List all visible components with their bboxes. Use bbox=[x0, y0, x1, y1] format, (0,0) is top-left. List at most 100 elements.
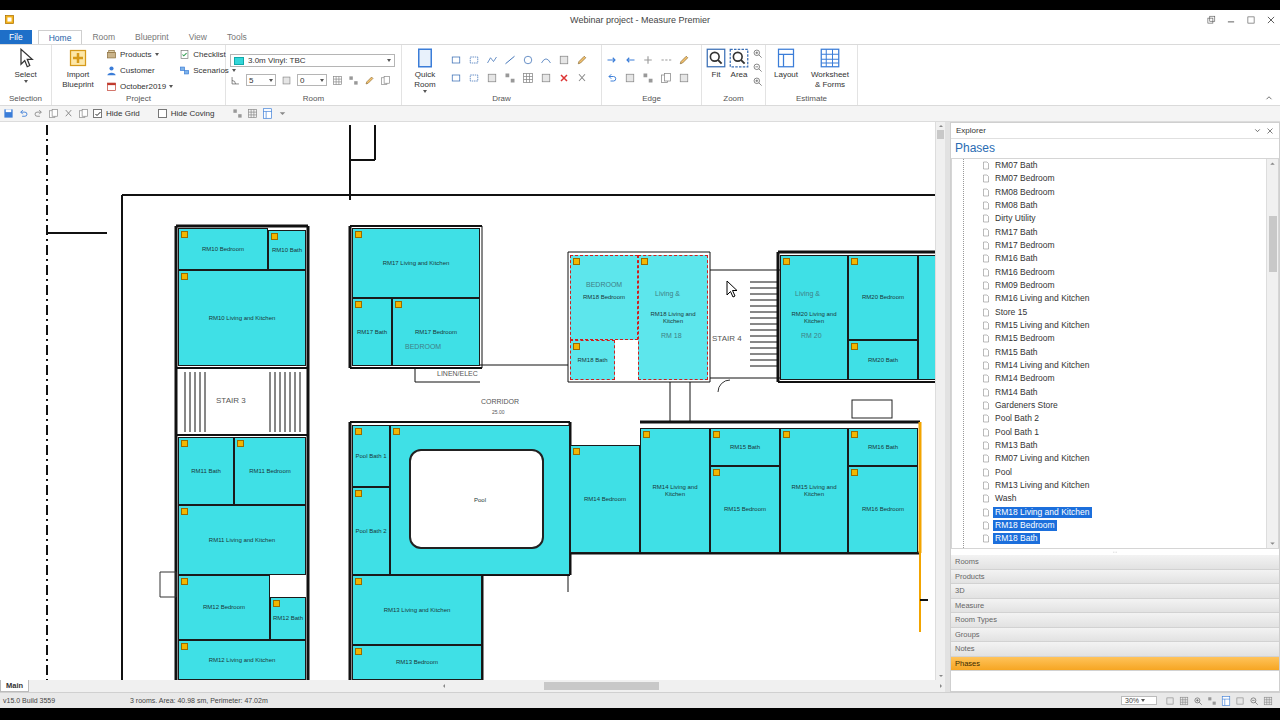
page-icon[interactable] bbox=[984, 229, 989, 236]
page-icon[interactable] bbox=[982, 281, 990, 290]
project-button-dropdown-icon[interactable] bbox=[155, 53, 159, 56]
tick-icon[interactable] bbox=[94, 110, 102, 118]
quick-room-button[interactable]: Quick Room bbox=[406, 48, 444, 93]
ribbon-tab[interactable]: Tools bbox=[217, 30, 257, 44]
page-icon[interactable] bbox=[982, 361, 990, 370]
plan-room[interactable]: RM20 Living and Kitchen bbox=[780, 255, 848, 380]
minimize-icon[interactable] bbox=[1228, 21, 1234, 22]
phase-item[interactable]: RM15 Living and Kitchen bbox=[952, 319, 1266, 332]
area-button-icon[interactable] bbox=[729, 48, 749, 68]
select-button-icon[interactable] bbox=[16, 48, 36, 68]
down-icon[interactable] bbox=[277, 108, 288, 119]
room-label[interactable]: RM16 Bath bbox=[866, 444, 900, 451]
save-icon[interactable] bbox=[4, 109, 12, 117]
scroll-right-icon[interactable] bbox=[937, 682, 945, 690]
room-marker-icon[interactable] bbox=[271, 233, 278, 240]
project-button-icon[interactable] bbox=[109, 66, 113, 70]
panel-header[interactable]: Measure bbox=[951, 599, 1279, 614]
grid-icon[interactable] bbox=[1180, 697, 1188, 705]
room-label[interactable]: RM18 Bedroom bbox=[581, 294, 627, 301]
project-button-icon[interactable] bbox=[107, 52, 115, 58]
plus-icon[interactable] bbox=[644, 56, 652, 64]
page-icon[interactable] bbox=[984, 362, 989, 369]
phase-item-label[interactable]: RM09 Bedroom bbox=[993, 280, 1057, 291]
drect-icon[interactable] bbox=[468, 54, 480, 66]
page-icon[interactable] bbox=[984, 389, 989, 396]
layout-button[interactable]: Layout bbox=[770, 48, 802, 80]
zoom-out-icon[interactable] bbox=[755, 67, 761, 72]
page-icon[interactable] bbox=[982, 494, 990, 503]
page-icon[interactable] bbox=[984, 402, 989, 409]
page-icon[interactable] bbox=[982, 281, 990, 290]
page-icon[interactable] bbox=[984, 349, 989, 356]
page-icon[interactable] bbox=[982, 374, 990, 383]
room-label[interactable]: RM12 Bath bbox=[271, 615, 305, 622]
room-label[interactable]: RM20 Bedroom bbox=[860, 294, 906, 301]
phase-item-label[interactable]: RM14 Bath bbox=[993, 387, 1040, 398]
phase-item[interactable]: RM07 Bedroom bbox=[952, 172, 1266, 185]
grid-icon[interactable] bbox=[333, 76, 341, 84]
panel-header[interactable]: Phases bbox=[951, 657, 1279, 672]
area-button[interactable]: Area bbox=[728, 48, 750, 80]
project-button-icon[interactable] bbox=[179, 65, 190, 76]
maximize-icon[interactable] bbox=[1248, 17, 1254, 23]
phase-item-label[interactable]: RM08 Bath bbox=[993, 200, 1040, 211]
ribbon-tab[interactable]: View bbox=[179, 30, 217, 44]
room-marker-icon[interactable] bbox=[355, 578, 362, 585]
phase-item-label[interactable]: Pool Bath 2 bbox=[993, 413, 1041, 424]
plan-room[interactable]: RM17 Bedroom bbox=[392, 298, 480, 366]
close-icon[interactable] bbox=[1266, 127, 1274, 135]
ribbon-tab-label[interactable]: View bbox=[189, 32, 207, 42]
scroll-down-icon[interactable] bbox=[1268, 539, 1277, 548]
zoom-in-icon[interactable] bbox=[755, 51, 761, 57]
plan-room[interactable]: RM17 Living and Kitchen bbox=[352, 228, 480, 298]
scroll-down-icon[interactable] bbox=[939, 675, 943, 677]
page-icon[interactable] bbox=[982, 428, 990, 437]
grid-icon[interactable] bbox=[524, 74, 533, 83]
page-icon[interactable] bbox=[984, 269, 989, 276]
value-b-dropdown-icon[interactable] bbox=[320, 79, 324, 82]
pencil-icon[interactable] bbox=[680, 56, 688, 64]
room-label[interactable]: Pool Bath 1 bbox=[353, 453, 388, 460]
drect-icon[interactable] bbox=[470, 75, 478, 81]
plan-room[interactable]: RM15 Bedroom bbox=[710, 466, 780, 553]
import-blueprint-button-icon[interactable] bbox=[68, 48, 88, 68]
scroll-right-icon[interactable] bbox=[937, 682, 945, 690]
layout-button-label[interactable]: Layout bbox=[774, 70, 798, 80]
phase-item[interactable]: RM16 Bath bbox=[952, 252, 1266, 265]
page-icon[interactable] bbox=[982, 334, 990, 343]
xr-icon[interactable] bbox=[561, 75, 567, 81]
page-icon[interactable] bbox=[982, 294, 990, 303]
page-icon[interactable] bbox=[984, 375, 989, 382]
page-icon[interactable] bbox=[984, 469, 989, 476]
grid-icon[interactable] bbox=[247, 108, 258, 119]
select-button-icon[interactable] bbox=[16, 48, 36, 68]
page-icon[interactable] bbox=[982, 508, 990, 517]
circ-icon[interactable] bbox=[522, 54, 534, 66]
rect-icon[interactable] bbox=[450, 54, 462, 66]
import-blueprint-button-icon[interactable] bbox=[71, 51, 86, 66]
page-icon[interactable] bbox=[982, 174, 990, 183]
dash-icon[interactable] bbox=[660, 54, 672, 66]
layout-icon[interactable] bbox=[1222, 696, 1230, 705]
page-icon[interactable] bbox=[982, 254, 990, 263]
minimize-icon[interactable] bbox=[1226, 15, 1236, 25]
plan-room[interactable]: RM16 Bedroom bbox=[848, 466, 918, 553]
room-marker-icon[interactable] bbox=[273, 600, 280, 607]
scroll-up-icon[interactable] bbox=[937, 122, 945, 130]
ribbon-tab[interactable]: Room bbox=[82, 30, 125, 44]
quick-room-button-icon[interactable] bbox=[419, 49, 432, 67]
room-label[interactable]: RM15 Bedroom bbox=[722, 506, 768, 513]
scroll-thumb[interactable] bbox=[1269, 216, 1277, 272]
project-button-icon[interactable] bbox=[106, 65, 117, 76]
area-button-label[interactable]: Area bbox=[731, 70, 748, 80]
plus-icon[interactable] bbox=[642, 54, 654, 66]
pin-icon[interactable] bbox=[1255, 129, 1260, 131]
value-a-dropdown-icon[interactable] bbox=[269, 79, 273, 82]
room-label[interactable]: RM20 Living and Kitchen bbox=[781, 311, 847, 325]
panel-header-label[interactable]: Phases bbox=[955, 659, 980, 668]
offset-icon[interactable] bbox=[281, 75, 292, 86]
grid-icon[interactable] bbox=[522, 72, 534, 84]
grid-icon[interactable] bbox=[1263, 696, 1273, 706]
cut-icon[interactable] bbox=[63, 108, 74, 119]
